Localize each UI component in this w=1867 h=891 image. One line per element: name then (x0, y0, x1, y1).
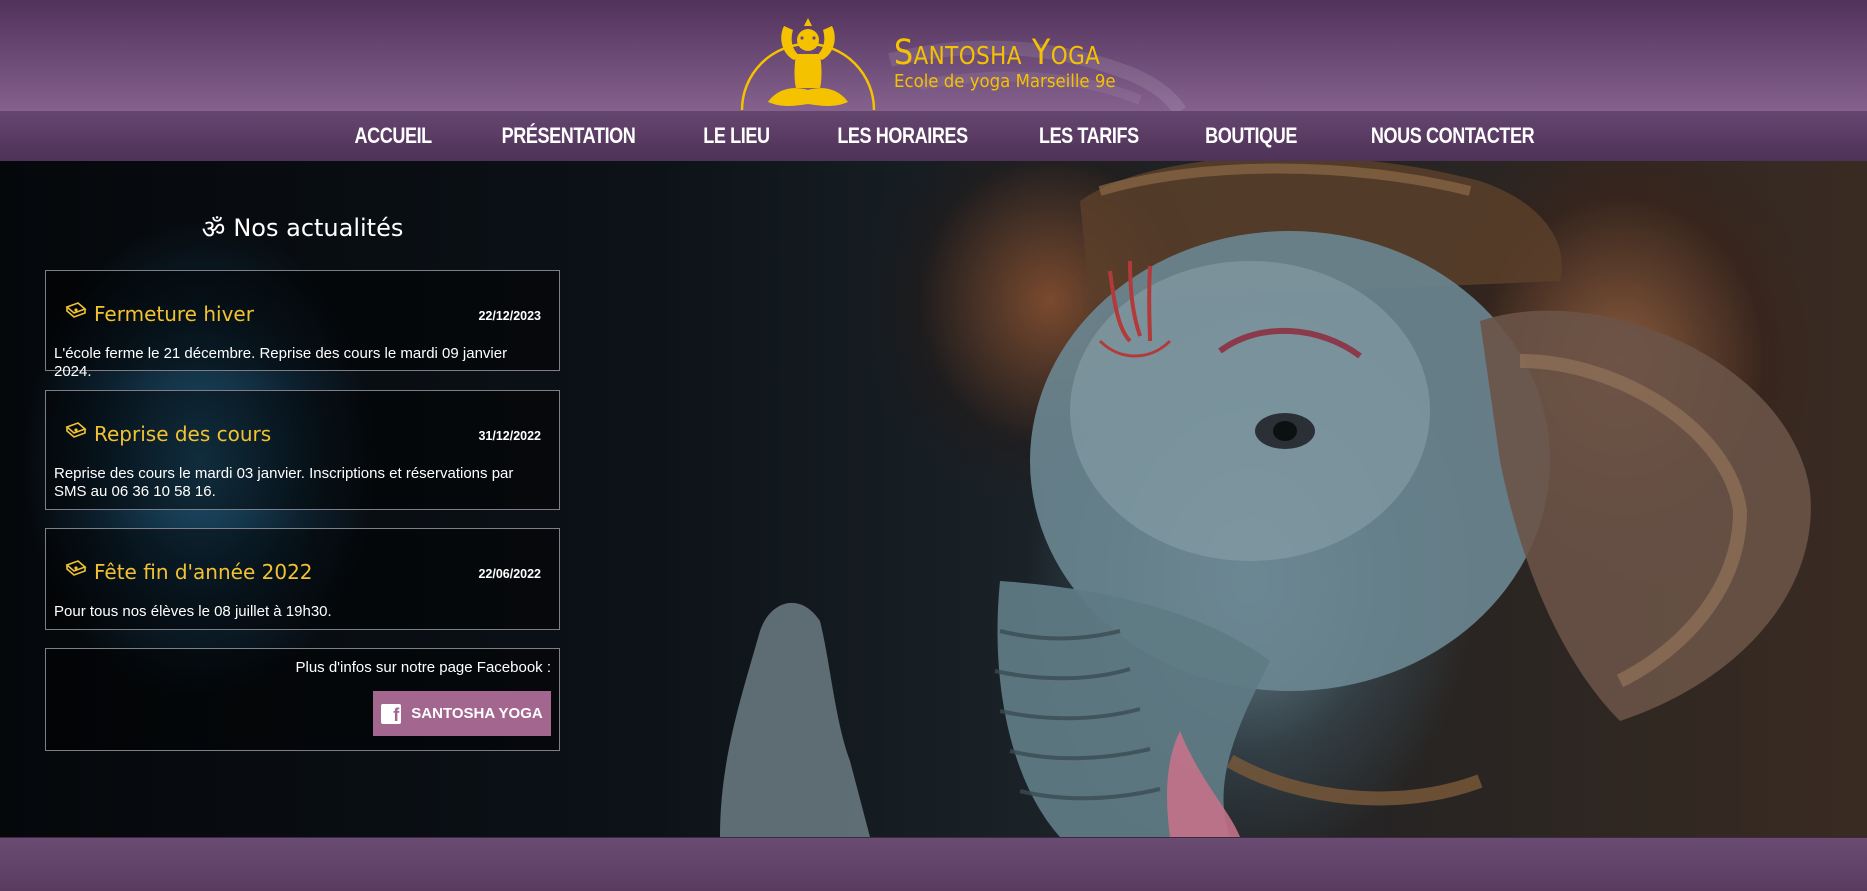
news-title[interactable]: Fête fin d'année 2022 (94, 560, 313, 584)
facebook-card: Plus d'infos sur notre page Facebook : f… (45, 648, 560, 751)
hero-section: ॐ Nos actualités Fermeture hiver 22/12/2… (0, 161, 1867, 837)
meditating-yogi-icon (740, 18, 876, 111)
news-title-row: Reprise des cours 31/12/2022 (46, 391, 559, 451)
nav-item-boutique[interactable]: BOUTIQUE (1183, 123, 1319, 149)
yoga-mat-icon (65, 560, 87, 576)
om-icon: ॐ (201, 215, 226, 245)
site-title: Santosha Yoga (894, 33, 1101, 73)
news-title-row: Fête fin d'année 2022 22/06/2022 (46, 529, 559, 589)
nav-item-le-lieu[interactable]: LE LIEU (681, 123, 792, 149)
news-title[interactable]: Fermeture hiver (94, 302, 254, 326)
news-heading-text: Nos actualités (233, 214, 404, 242)
news-heading: ॐ Nos actualités (45, 208, 560, 248)
nav-item-nous-contacter[interactable]: NOUS CONTACTER (1349, 123, 1557, 149)
nav-item-les-tarifs[interactable]: LES TARIFS (1016, 123, 1160, 149)
news-card: Fête fin d'année 2022 22/06/2022 Pour to… (45, 528, 560, 630)
site-subtitle: Ecole de yoga Marseille 9e (894, 71, 1116, 92)
news-date: 31/12/2022 (478, 429, 541, 443)
facebook-icon: f (381, 703, 402, 724)
news-date: 22/12/2023 (478, 309, 541, 323)
facebook-button[interactable]: f SANTOSHA YOGA (373, 691, 551, 736)
news-text: Pour tous nos élèves le 08 juillet à 19h… (54, 603, 332, 620)
news-title[interactable]: Reprise des cours (94, 422, 271, 446)
yoga-mat-icon (65, 302, 87, 318)
nav-item-accueil[interactable]: ACCUEIL (333, 123, 455, 149)
facebook-button-label: SANTOSHA YOGA (411, 705, 543, 722)
news-text: L'école ferme le 21 décembre. Reprise de… (54, 345, 508, 380)
news-date: 22/06/2022 (478, 567, 541, 581)
yoga-mat-icon (65, 422, 87, 438)
main-navigation: ACCUEIL PRÉSENTATION LE LIEU LES HORAIRE… (0, 111, 1867, 162)
nav-list: ACCUEIL PRÉSENTATION LE LIEU LES HORAIRE… (0, 111, 1867, 161)
site-header: Santosha Yoga Ecole de yoga Marseille 9e (0, 0, 1867, 111)
facebook-label: Plus d'infos sur notre page Facebook : (295, 659, 551, 676)
site-logo[interactable]: Santosha Yoga Ecole de yoga Marseille 9e (738, 16, 1138, 111)
nav-item-les-horaires[interactable]: LES HORAIRES (815, 123, 990, 149)
news-text: Reprise des cours le mardi 03 janvier. I… (54, 465, 514, 500)
footer-bar (0, 837, 1867, 891)
news-card: Fermeture hiver 22/12/2023 L'école ferme… (45, 270, 560, 380)
nav-item-presentation[interactable]: PRÉSENTATION (479, 123, 657, 149)
news-title-row: Fermeture hiver 22/12/2023 (46, 271, 559, 331)
news-card: Reprise des cours 31/12/2022 Reprise des… (45, 390, 560, 510)
